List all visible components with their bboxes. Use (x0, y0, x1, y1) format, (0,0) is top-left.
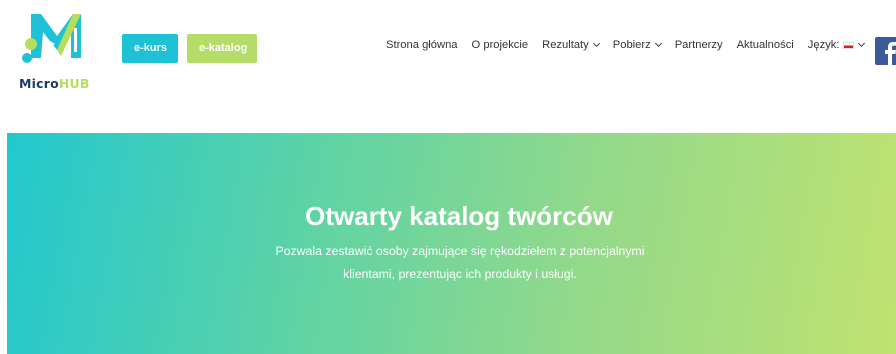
microhub-logo-mark (22, 14, 81, 63)
facebook-link[interactable] (875, 37, 896, 65)
page: MicroHUB e-kurs e-katalog Strona główna … (0, 0, 896, 354)
nav-item-results[interactable]: Rezultaty (542, 39, 600, 51)
logo-text: MicroHUB (19, 76, 90, 91)
hero-description: Pozwala zestawić osoby zajmujące się ręk… (240, 240, 680, 286)
language-switcher[interactable]: Język: (807, 39, 865, 51)
nav-item-partners[interactable]: Partnerzy (675, 39, 723, 51)
e-katalog-button[interactable]: e-katalog (187, 34, 257, 63)
nav-item-download[interactable]: Pobierz (612, 39, 662, 51)
facebook-icon (885, 42, 896, 65)
microhub-logo[interactable]: MicroHUB (17, 10, 107, 91)
nav-item-home-label: Strona główna (386, 39, 458, 51)
language-label: Język: (807, 39, 840, 51)
chevron-down-icon (654, 39, 662, 48)
e-kurs-button[interactable]: e-kurs (122, 34, 178, 63)
chevron-down-icon (592, 39, 600, 48)
nav-item-about[interactable]: O projekcie (472, 39, 529, 51)
polish-flag-icon (842, 41, 854, 49)
hero-description-line-2: klientami, prezentując ich produkty i us… (343, 267, 577, 281)
hero-description-line-1: Pozwala zestawić osoby zajmujące się ręk… (275, 244, 645, 258)
main-nav: Strona główna O projekcie Rezultaty Pobi… (386, 39, 865, 51)
logo-word-hub: HUB (58, 76, 90, 91)
chevron-down-icon (857, 39, 865, 48)
hero-banner: Otwarty katalog twórców Pozwala zestawić… (7, 133, 896, 354)
nav-item-news[interactable]: Aktualności (737, 39, 794, 51)
nav-item-partners-label: Partnerzy (674, 39, 723, 51)
hero-title: Otwarty katalog twórców (305, 201, 613, 231)
nav-item-download-label: Pobierz (612, 39, 651, 51)
nav-item-results-label: Rezultaty (542, 39, 589, 51)
nav-item-news-label: Aktualności (736, 39, 794, 51)
nav-item-about-label: O projekcie (471, 39, 529, 51)
nav-item-home[interactable]: Strona główna (386, 39, 458, 51)
logo-word-micro: Micro (19, 76, 59, 91)
site-header: MicroHUB e-kurs e-katalog Strona główna … (0, 0, 896, 133)
